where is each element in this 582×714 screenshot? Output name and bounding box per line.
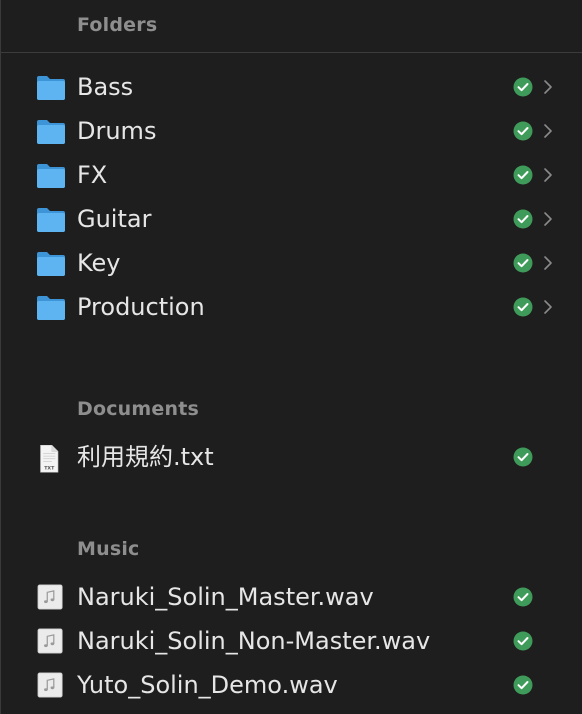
synced-check-icon — [513, 447, 533, 467]
folder-icon — [37, 76, 65, 100]
folder-name: Production — [77, 293, 205, 321]
chevron-right-icon[interactable] — [541, 165, 555, 185]
synced-check-icon — [513, 675, 533, 695]
folder-row-production[interactable]: Production — [1, 285, 582, 329]
music-file-name: Yuto_Solin_Demo.wav — [77, 671, 338, 699]
synced-check-icon — [513, 165, 533, 185]
chevron-right-icon[interactable] — [541, 253, 555, 273]
synced-check-icon — [513, 253, 533, 273]
folder-row-guitar[interactable]: Guitar — [1, 197, 582, 241]
synced-check-icon — [513, 297, 533, 317]
synced-check-icon — [513, 77, 533, 97]
header-divider — [1, 52, 582, 53]
folder-name: Guitar — [77, 205, 152, 233]
chevron-right-icon[interactable] — [541, 77, 555, 97]
music-file-name: Naruki_Solin_Non-Master.wav — [77, 627, 431, 655]
folder-name: FX — [77, 161, 108, 189]
section-header-documents: Documents — [77, 398, 200, 420]
chevron-right-icon[interactable] — [541, 297, 555, 317]
folder-icon — [37, 252, 65, 276]
music-row[interactable]: Yuto_Solin_Demo.wav — [1, 663, 582, 707]
synced-check-icon — [513, 209, 533, 229]
music-row[interactable]: Naruki_Solin_Non-Master.wav — [1, 619, 582, 663]
folder-row-drums[interactable]: Drums — [1, 109, 582, 153]
synced-check-icon — [513, 631, 533, 651]
folder-name: Key — [77, 249, 121, 277]
file-type-badge: TXT — [44, 466, 55, 472]
folder-row-fx[interactable]: FX — [1, 153, 582, 197]
music-file-name: Naruki_Solin_Master.wav — [77, 583, 374, 611]
folder-icon — [37, 208, 65, 232]
chevron-right-icon[interactable] — [541, 121, 555, 141]
folder-row-bass[interactable]: Bass — [1, 65, 582, 109]
folder-icon — [37, 296, 65, 320]
text-file-icon: TXT — [40, 444, 59, 473]
section-header-folders: Folders — [77, 14, 158, 36]
synced-check-icon — [513, 587, 533, 607]
folder-name: Drums — [77, 117, 157, 145]
document-row[interactable]: TXT 利用規約.txt — [1, 435, 582, 479]
file-browser-panel: Folders Bass Drums FX Guitar Key Product… — [0, 0, 582, 714]
chevron-right-icon[interactable] — [541, 209, 555, 229]
audio-file-icon — [37, 628, 63, 654]
folder-icon — [37, 164, 65, 188]
audio-file-icon — [37, 584, 63, 610]
music-row[interactable]: Naruki_Solin_Master.wav — [1, 575, 582, 619]
audio-file-icon — [37, 672, 63, 698]
document-name: 利用規約.txt — [77, 443, 214, 471]
section-header-music: Music — [77, 538, 140, 560]
folder-name: Bass — [77, 73, 134, 101]
synced-check-icon — [513, 121, 533, 141]
folder-row-key[interactable]: Key — [1, 241, 582, 285]
folder-icon — [37, 120, 65, 144]
